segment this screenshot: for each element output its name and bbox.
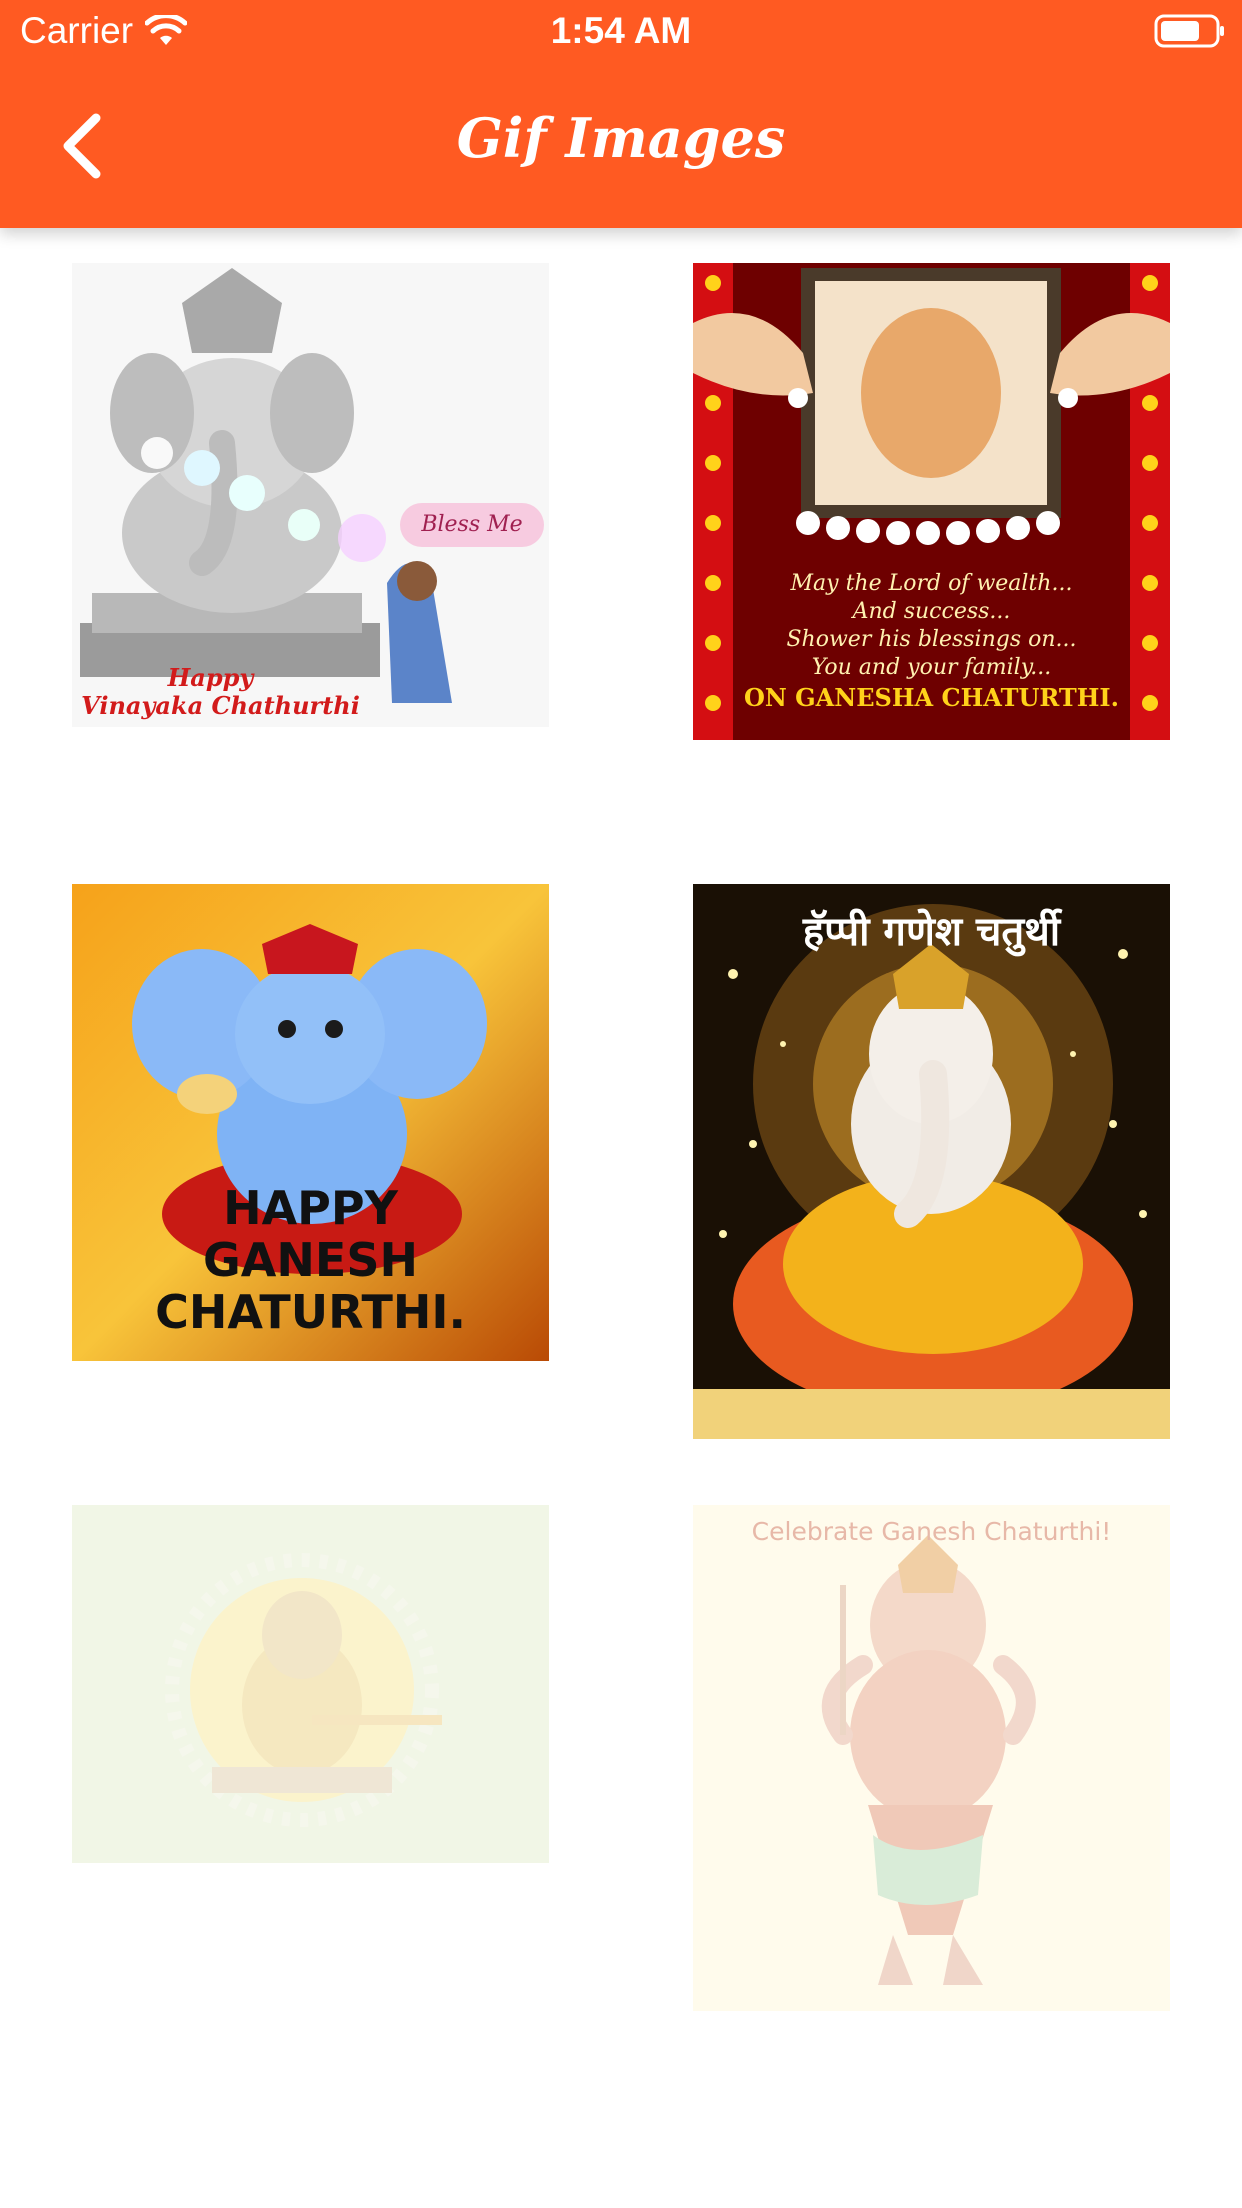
dancing-ganesha-image (693, 1505, 1170, 2011)
tile-caption: ON GANESHA CHATURTHI. (743, 683, 1120, 712)
status-time: 1:54 AM (550, 10, 692, 51)
navigation-bar: Gif Images (0, 62, 1242, 228)
status-bar: Carrier 1:54 AM (0, 0, 1242, 62)
gif-tile[interactable]: HAPPY GANESH CHATURTHI. (72, 884, 549, 1361)
tile-caption-line: HAPPY (223, 1181, 398, 1235)
ganesha-statue-image (72, 263, 549, 727)
page-title: Gif Images (456, 106, 786, 170)
tile-caption: हॅप्पी गणेश चतुर्थी (802, 909, 1061, 955)
tile-message-line: You and your family... (811, 655, 1052, 680)
tile-caption: Celebrate Ganesh Chaturthi! (751, 1517, 1112, 1546)
tile-caption-line: GANESH (203, 1233, 418, 1287)
gif-tile[interactable]: हॅप्पी गणेश चतुर्थी (693, 884, 1170, 1439)
bless-me-bubble: Bless Me (400, 503, 544, 547)
faded-ganesha-image (72, 1505, 549, 1863)
tile-message-line: May the Lord of wealth... (790, 571, 1073, 596)
sparkle-ganesha-image (693, 884, 1170, 1439)
tile-message-line: Shower his blessings on... (786, 627, 1077, 652)
gif-tile[interactable]: May the Lord of wealth... And success...… (693, 263, 1170, 740)
tile-caption-line: Vinayaka Chathurthi (81, 691, 360, 720)
tile-caption-line: Happy (167, 663, 254, 692)
gif-tile[interactable] (72, 1505, 549, 1863)
tile-message-line: And success... (852, 599, 1011, 624)
gif-tile[interactable]: Bless Me Happy Vinayaka Chathurthi (72, 263, 549, 727)
tile-caption-line: CHATURTHI. (155, 1285, 466, 1339)
app-header: Carrier 1:54 AM Gif Images (0, 0, 1242, 228)
gif-tile[interactable]: Celebrate Ganesh Chaturthi! (693, 1505, 1170, 2011)
battery-icon (1154, 14, 1224, 48)
